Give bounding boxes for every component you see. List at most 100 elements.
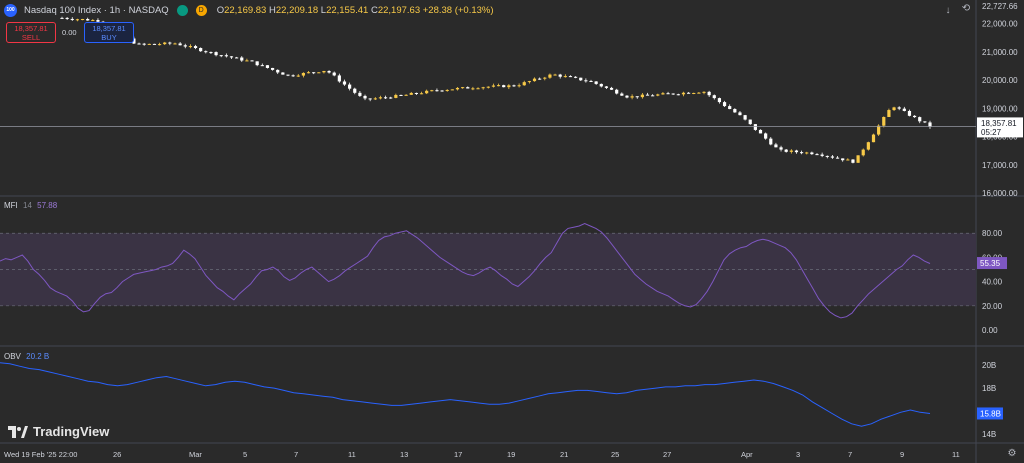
candle-body [235, 57, 239, 59]
candle-body [502, 85, 506, 88]
time-axis-label: Apr [741, 450, 753, 459]
candle-body [789, 150, 793, 152]
candle-body [512, 85, 516, 87]
candle-body [574, 76, 578, 78]
time-axis-label: 11 [952, 450, 960, 459]
candle-body [579, 77, 583, 81]
candle-body [609, 87, 614, 90]
candle-body [733, 109, 737, 113]
candle-body [702, 91, 706, 93]
candle-body [414, 92, 418, 94]
candle-body [209, 52, 213, 54]
candle-body [553, 74, 557, 76]
ohlc-readout: O22,169.83 H22,209.18 L22,155.41 C22,197… [217, 5, 494, 16]
chart-header: 100 Nasdaq 100 Index · 1h · NASDAQ D O22… [0, 0, 975, 20]
candle-body [681, 92, 686, 95]
candle-body [748, 119, 752, 125]
candle-body [378, 97, 383, 99]
close-label: C [370, 4, 378, 16]
candle-body [163, 42, 167, 45]
candle-body [199, 48, 203, 52]
candle-body [758, 129, 763, 134]
candle-body [589, 80, 593, 82]
candle-body [312, 72, 316, 74]
candle-body [250, 60, 254, 62]
candle-body [301, 72, 305, 76]
collapse-arrow-icon[interactable]: ↓ [940, 4, 956, 18]
gear-icon[interactable]: ⚙ [1004, 447, 1020, 461]
candle-body [645, 94, 650, 96]
candle-body [152, 43, 157, 45]
candle-body [532, 78, 537, 82]
candle-body [455, 87, 460, 90]
candle-body [435, 90, 439, 92]
candle-body [717, 98, 722, 103]
obv-tick-label: 14B [982, 430, 996, 439]
time-axis-label: 26 [113, 450, 121, 459]
candle-body [445, 89, 449, 91]
mfi-tick-label: 20.00 [982, 302, 1003, 311]
candle-body [722, 102, 727, 107]
time-axis-label: 27 [663, 450, 671, 459]
candle-body [743, 115, 747, 120]
candle-body [558, 74, 562, 77]
candle-body [466, 87, 470, 89]
candle-body [471, 88, 475, 90]
time-axis-label: 13 [400, 450, 408, 459]
candle-countdown: 05:27 [981, 128, 1002, 137]
mfi-legend[interactable]: MFI 14 57.88 [4, 201, 57, 210]
candle-body [245, 60, 249, 62]
price-tick-label: 22,000.00 [982, 20, 1018, 29]
candle-body [907, 110, 912, 116]
candle-body [142, 43, 146, 45]
symbol-logo[interactable]: 100 [4, 3, 17, 17]
data-delay-badge[interactable]: D [195, 4, 207, 16]
candle-body [229, 56, 234, 58]
trading-chart[interactable]: 22,000.0021,000.0020,000.0019,000.0018,0… [0, 0, 1024, 463]
candle-body [728, 106, 732, 110]
candle-body [779, 147, 783, 150]
candle-body [399, 94, 403, 96]
candle-body [666, 93, 670, 95]
candle-body [764, 133, 768, 139]
candle-body [322, 70, 326, 73]
tradingview-logo[interactable]: TradingView [8, 424, 109, 439]
candle-body [799, 152, 804, 154]
candle-body [851, 159, 855, 163]
obv-line[interactable] [0, 362, 931, 427]
candle-body [738, 112, 742, 116]
candle-body [517, 85, 521, 87]
candle-body [522, 82, 526, 86]
candle-body [306, 72, 311, 74]
mfi-label: MFI [4, 201, 18, 210]
brand-name: TradingView [33, 424, 110, 439]
candle-body [219, 55, 223, 57]
candle-body [507, 85, 511, 88]
obv-legend[interactable]: OBV 20.2 B [4, 352, 49, 361]
mfi-length: 14 [23, 201, 32, 210]
candle-body [712, 95, 716, 99]
candle-body [794, 150, 799, 153]
price-tick-label: 20,000.00 [982, 76, 1018, 85]
symbol-title[interactable]: Nasdaq 100 Index · 1h · NASDAQ [24, 5, 169, 16]
candle-body [173, 43, 177, 45]
candle-body [805, 152, 809, 154]
low-value: 22,155.41 [326, 4, 369, 16]
candle-body [594, 81, 598, 84]
time-axis-label: 17 [454, 450, 462, 459]
candle-body [676, 94, 680, 96]
settings-refresh-icon[interactable]: ⟲ [958, 2, 974, 16]
time-axis-label: 25 [611, 450, 619, 459]
mfi-tick-label: 0.00 [982, 326, 998, 335]
candle-body [918, 117, 922, 122]
price-tick-label: 19,000.00 [982, 104, 1018, 113]
candle-body [358, 92, 362, 96]
mfi-tick-label: 40.00 [982, 278, 1003, 287]
buy-button[interactable]: 18,357.81 BUY [84, 22, 134, 43]
market-status-icon[interactable] [176, 4, 188, 16]
candle-body [810, 152, 814, 155]
candle-body [260, 65, 264, 67]
candle-body [476, 88, 480, 90]
sell-button[interactable]: 18,357.81 SELL [6, 22, 56, 43]
time-axis-label: 19 [507, 450, 515, 459]
